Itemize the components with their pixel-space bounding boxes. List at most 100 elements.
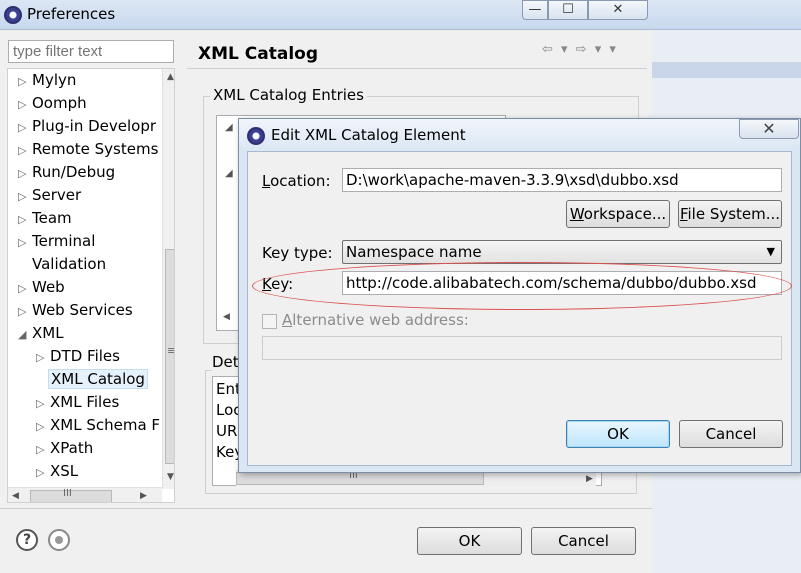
tree-horizontal-scroll-thumb[interactable]: III	[30, 488, 112, 502]
key-input[interactable]: http://code.alibabatech.com/schema/dubbo…	[342, 271, 782, 295]
tree-item[interactable]: XML Catalog	[48, 368, 148, 390]
eclipse-icon	[247, 127, 265, 145]
tree-item[interactable]: ▷ Mylyn	[18, 69, 76, 91]
help-icon[interactable]: ?	[16, 529, 38, 551]
dialog-close-button[interactable]: ✕	[739, 119, 799, 139]
tree-item-label: XML	[32, 324, 64, 342]
close-button[interactable]: ✕	[588, 0, 648, 20]
alternative-web-address-label: Alternative web address:	[282, 311, 469, 329]
tree-item[interactable]: Validation	[32, 253, 106, 275]
tree-item-label: XML Schema F	[50, 416, 161, 434]
tree-item-label: Validation	[32, 255, 107, 273]
location-label: Location:	[262, 172, 331, 190]
workspace-button[interactable]: Workspace...	[566, 200, 670, 228]
tree-item-label: Oomph	[32, 94, 87, 112]
dialog-title-bar: Edit XML Catalog Element ✕	[239, 119, 800, 151]
tree-item[interactable]: ▷ XML Files	[36, 391, 119, 413]
scroll-grip: III	[63, 488, 72, 499]
expand-arrow-icon[interactable]: ▷	[18, 232, 32, 254]
page-title: XML Catalog	[198, 44, 318, 64]
location-input[interactable]: D:\work\apache-maven-3.3.9\xsd\dubbo.xsd	[342, 168, 782, 192]
tree-item-label: Run/Debug	[32, 163, 116, 181]
tree-expand-icon[interactable]: ◢	[225, 168, 233, 179]
details-scroll-thumb[interactable]: III	[236, 470, 484, 485]
expand-arrow-icon[interactable]: ▷	[18, 209, 32, 231]
edit-catalog-dialog: Edit XML Catalog Element ✕ Location: D:\…	[238, 118, 801, 473]
navigation-arrows-icon[interactable]: ⇦ ▾ ⇨ ▾ ▾	[542, 42, 618, 57]
tree-item-label: Mylyn	[32, 71, 77, 89]
expand-arrow-icon[interactable]: ▷	[18, 301, 32, 323]
tree-item[interactable]: ▷ Terminal	[18, 230, 95, 252]
tree-item[interactable]: ▷ Remote Systems	[18, 138, 158, 160]
preferences-tree: ▷ Mylyn ▷ Oomph ▷ Plug-in Developr ▷ Remote Sys…	[7, 68, 175, 503]
dialog-title: Edit XML Catalog Element	[271, 126, 466, 144]
maximize-button[interactable]: ☐	[548, 0, 588, 20]
alternative-web-address-checkbox[interactable]	[262, 314, 277, 329]
tree-vertical-scroll-thumb[interactable]: ≡	[165, 249, 174, 464]
tree-item[interactable]: ▷ Oomph	[18, 92, 87, 114]
expand-arrow-icon[interactable]: ◢	[18, 324, 32, 346]
divider	[187, 68, 647, 69]
tree-item[interactable]: ▷ XPath	[36, 437, 93, 459]
eclipse-icon	[4, 6, 22, 24]
tree-item-label: XML Files	[50, 393, 120, 411]
tree-item[interactable]: ▷ XSL	[36, 460, 78, 482]
tree-item[interactable]: ▷ Web Services	[18, 299, 133, 321]
details-group-label: Det	[212, 353, 239, 371]
expand-arrow-icon[interactable]: ▷	[36, 347, 50, 369]
tree-item[interactable]: ▷ XML Schema F	[36, 414, 160, 436]
tree-item-label: Web Services	[32, 301, 133, 319]
tree-item[interactable]: ▷ Run/Debug	[18, 161, 115, 183]
filter-input[interactable]	[8, 40, 174, 63]
expand-arrow-icon[interactable]: ▷	[18, 140, 32, 162]
expand-arrow-icon[interactable]: ▷	[18, 278, 32, 300]
tree-item[interactable]: ◢ XML	[18, 322, 64, 344]
entries-group-label: XML Catalog Entries	[210, 86, 367, 104]
record-icon[interactable]	[48, 529, 70, 551]
title-bar: Preferences — ☐ ✕	[0, 0, 801, 30]
key-type-value: Namespace name	[346, 243, 482, 261]
window-title: Preferences	[27, 5, 116, 23]
expand-arrow-icon[interactable]: ▷	[18, 117, 32, 139]
chevron-down-icon: ▼	[766, 245, 775, 258]
tree-item-label: Web	[32, 278, 65, 296]
tree-item-label: Remote Systems	[32, 140, 159, 158]
tree-item[interactable]: ▷ Web	[18, 276, 65, 298]
alternative-web-address-input[interactable]	[262, 336, 782, 360]
expand-arrow-icon[interactable]: ▷	[36, 416, 50, 438]
tree-item[interactable]: ▷ Plug-in Developr	[18, 115, 156, 137]
tree-horizontal-scrollbar[interactable]: ◀ III ▶	[8, 487, 162, 502]
tree-item-label: XML Catalog	[48, 369, 148, 389]
tree-vertical-scrollbar[interactable]: ▲ ≡ ▼	[162, 69, 174, 489]
tree-item-label: XSL	[50, 462, 79, 480]
minimize-button[interactable]: —	[522, 0, 548, 20]
tree-item-label: DTD Files	[50, 347, 120, 365]
key-type-select[interactable]: Namespace name ▼	[342, 240, 782, 264]
dialog-cancel-button[interactable]: Cancel	[679, 420, 783, 448]
tree-item[interactable]: ▷ Team	[18, 207, 72, 229]
tree-item-label: Plug-in Developr	[32, 117, 157, 135]
tree-expand-icon[interactable]: ◢	[225, 122, 233, 133]
key-type-label: Key type:	[262, 244, 333, 262]
tree-item-label: XPath	[50, 439, 94, 457]
scroll-left-icon[interactable]: ◀	[223, 312, 230, 322]
expand-arrow-icon[interactable]: ▷	[18, 94, 32, 116]
expand-arrow-icon[interactable]: ▷	[18, 163, 32, 185]
divider	[0, 508, 652, 509]
expand-arrow-icon[interactable]: ▷	[36, 439, 50, 461]
dialog-body: Location: D:\work\apache-maven-3.3.9\xsd…	[247, 151, 792, 466]
file-system-button[interactable]: File System...	[678, 200, 782, 228]
expand-arrow-icon[interactable]: ▷	[18, 186, 32, 208]
tree-item-label: Team	[32, 209, 72, 227]
expand-arrow-icon[interactable]: ▷	[36, 462, 50, 484]
cancel-button[interactable]: Cancel	[531, 527, 636, 555]
dialog-ok-button[interactable]: OK	[566, 420, 670, 448]
expand-arrow-icon[interactable]: ▷	[36, 393, 50, 415]
scroll-grip: ≡	[167, 344, 174, 357]
expand-arrow-icon[interactable]: ▷	[18, 71, 32, 93]
tree-item[interactable]: ▷ DTD Files	[36, 345, 120, 367]
tree-item-label: Server	[32, 186, 82, 204]
tree-item[interactable]: ▷ Server	[18, 184, 81, 206]
ok-button[interactable]: OK	[417, 527, 522, 555]
tree-item-label: Terminal	[32, 232, 96, 250]
